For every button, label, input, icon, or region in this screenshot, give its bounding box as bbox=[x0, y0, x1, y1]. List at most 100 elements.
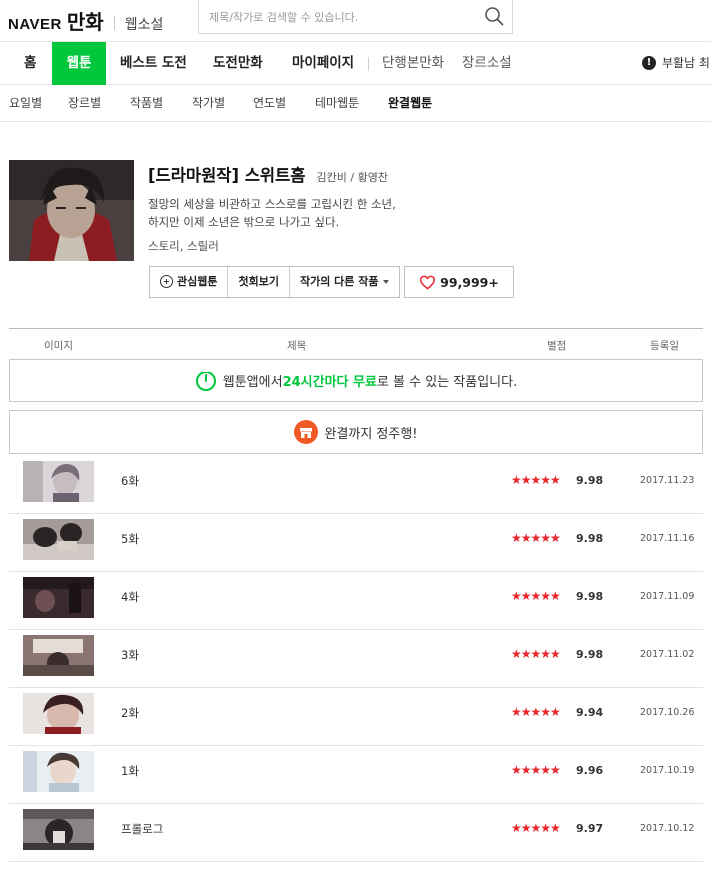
header-image: 이미지 bbox=[44, 340, 73, 352]
first-episode-label: 첫회보기 bbox=[238, 275, 279, 288]
star-rating-icon: ★★★★★ bbox=[511, 705, 561, 719]
notice-text[interactable]: 부활남 최 bbox=[662, 56, 710, 70]
star-rating-icon: ★★★★★ bbox=[511, 821, 561, 835]
nav-home[interactable]: 홈 bbox=[24, 42, 36, 85]
episode-thumbnail[interactable] bbox=[23, 751, 94, 792]
nav-mypage[interactable]: 마이페이지 bbox=[292, 42, 354, 85]
free-banner-highlight: 24시간마다 무료 bbox=[282, 375, 377, 390]
binge-banner-text: 완결까지 정주행! bbox=[324, 426, 418, 442]
subnav-year[interactable]: 연도별 bbox=[253, 85, 286, 122]
episode-date: 2017.10.12 bbox=[640, 823, 695, 834]
episode-image bbox=[23, 693, 94, 734]
star-rating-icon: ★★★★★ bbox=[511, 589, 561, 603]
episode-thumbnail[interactable] bbox=[23, 635, 94, 676]
subnav-weekday[interactable]: 요일별 bbox=[9, 85, 42, 122]
comic-cover-image bbox=[9, 160, 134, 261]
like-button[interactable]: 99,999+ bbox=[404, 266, 514, 298]
heart-icon bbox=[420, 275, 436, 290]
episode-title[interactable]: 2화 bbox=[121, 705, 139, 721]
episode-title[interactable]: 4화 bbox=[121, 589, 139, 605]
subnav-completed[interactable]: 완결웹툰 bbox=[388, 85, 432, 122]
exclamation-icon: ! bbox=[642, 55, 656, 70]
episode-row[interactable]: 6화 ★★★★★ 9.98 2017.11.23 bbox=[9, 456, 703, 514]
episode-thumbnail[interactable] bbox=[23, 693, 94, 734]
episode-date: 2017.11.02 bbox=[640, 649, 695, 660]
like-count: 99,999+ bbox=[440, 274, 499, 290]
comic-genre: 스토리, 스릴러 bbox=[148, 239, 219, 253]
episode-image bbox=[23, 809, 94, 850]
logo-divider bbox=[113, 16, 115, 30]
nav-challenge[interactable]: 도전만화 bbox=[213, 42, 263, 85]
other-works-dropdown[interactable]: 작가의 다른 작품 bbox=[290, 267, 400, 297]
binge-banner[interactable]: 완결까지 정주행! bbox=[9, 410, 703, 454]
episode-row[interactable]: 프롤로그 ★★★★★ 9.97 2017.10.12 bbox=[9, 804, 703, 862]
episode-thumbnail[interactable] bbox=[23, 519, 94, 560]
free-every-24h-banner[interactable]: 웹툰앱에서 24시간마다 무료 로 볼 수 있는 작품입니다. bbox=[9, 359, 703, 402]
store-icon bbox=[294, 420, 319, 444]
comic-title-row: [드라마원작] 스위트홈 김칸비 / 황영찬 bbox=[148, 162, 388, 186]
episode-row[interactable]: 4화 ★★★★★ 9.98 2017.11.09 bbox=[9, 572, 703, 630]
synopsis-line-1: 절망의 세상을 비관하고 스스로를 고립시킨 한 소년, bbox=[148, 197, 396, 211]
synopsis-line-2: 하지만 이제 소년은 밖으로 나가고 싶다. bbox=[148, 215, 340, 229]
first-episode-button[interactable]: 첫회보기 bbox=[228, 267, 290, 297]
naver-logo[interactable]: NAVER bbox=[8, 16, 62, 33]
episode-title[interactable]: 프롤로그 bbox=[121, 821, 163, 837]
sub-nav: 요일별 장르별 작품별 작가별 연도별 테마웹툰 완결웹툰 bbox=[0, 85, 711, 122]
episode-image bbox=[23, 519, 94, 560]
episode-score: 9.97 bbox=[576, 822, 604, 835]
nav-best-challenge[interactable]: 베스트 도전 bbox=[120, 42, 187, 85]
nav-book-comics[interactable]: 단행본만화 bbox=[382, 42, 444, 85]
header-rating: 별점 bbox=[547, 340, 567, 352]
episode-date: 2017.11.16 bbox=[640, 533, 695, 544]
episode-row[interactable]: 3화 ★★★★★ 9.98 2017.11.02 bbox=[9, 630, 703, 688]
episode-title[interactable]: 3화 bbox=[121, 647, 139, 663]
free-banner-suffix: 로 볼 수 있는 작품입니다. bbox=[376, 375, 518, 390]
subnav-author[interactable]: 작가별 bbox=[192, 85, 225, 122]
star-rating-icon: ★★★★★ bbox=[511, 763, 561, 777]
episode-thumbnail[interactable] bbox=[23, 577, 94, 618]
other-works-label: 작가의 다른 작품 bbox=[299, 275, 379, 288]
star-rating-icon: ★★★★★ bbox=[511, 473, 561, 487]
episode-date: 2017.10.19 bbox=[640, 765, 695, 776]
table-top-border bbox=[9, 328, 703, 329]
episode-image bbox=[23, 751, 94, 792]
episode-date: 2017.10.26 bbox=[640, 707, 695, 718]
episode-row[interactable]: 5화 ★★★★★ 9.98 2017.11.16 bbox=[9, 514, 703, 572]
episode-thumbnail[interactable] bbox=[23, 809, 94, 850]
search-input[interactable] bbox=[207, 7, 477, 27]
episode-score: 9.98 bbox=[576, 474, 604, 487]
episode-score: 9.96 bbox=[576, 764, 604, 777]
header-title: 제목 bbox=[287, 340, 307, 352]
episode-title[interactable]: 5화 bbox=[121, 531, 139, 547]
episode-score: 9.98 bbox=[576, 532, 604, 545]
subnav-title[interactable]: 작품별 bbox=[130, 85, 163, 122]
nav-divider bbox=[368, 57, 369, 71]
logo[interactable]: NAVER 만화 웹소설 bbox=[8, 6, 163, 35]
notice[interactable]: ! 부활남 최 bbox=[642, 42, 710, 85]
nav-genre-novel[interactable]: 장르소설 bbox=[462, 42, 512, 85]
subnav-theme[interactable]: 테마웹툰 bbox=[315, 85, 359, 122]
star-rating-icon: ★★★★★ bbox=[511, 531, 561, 545]
favorite-label: 관심웹툰 bbox=[177, 275, 218, 288]
comic-title: [드라마원작] 스위트홈 bbox=[148, 166, 306, 185]
favorite-button[interactable]: 관심웹툰 bbox=[150, 267, 229, 297]
episode-score: 9.98 bbox=[576, 590, 604, 603]
episode-score: 9.94 bbox=[576, 706, 604, 719]
subnav-genre[interactable]: 장르별 bbox=[68, 85, 101, 122]
episode-row[interactable]: 2화 ★★★★★ 9.94 2017.10.26 bbox=[9, 688, 703, 746]
nav-webtoon[interactable]: 웹툰 bbox=[52, 42, 106, 85]
caret-down-icon bbox=[383, 280, 390, 284]
search-box bbox=[198, 0, 513, 34]
top-bar: NAVER 만화 웹소설 bbox=[0, 0, 711, 42]
manhwa-logo[interactable]: 만화 bbox=[67, 6, 104, 35]
websoseol-link[interactable]: 웹소설 bbox=[125, 14, 164, 34]
comic-thumbnail[interactable] bbox=[9, 160, 134, 261]
episode-row[interactable]: 1화 ★★★★★ 9.96 2017.10.19 bbox=[9, 746, 703, 804]
episode-title[interactable]: 6화 bbox=[121, 473, 139, 489]
comic-author[interactable]: 김칸비 / 황영찬 bbox=[317, 171, 388, 184]
episode-title[interactable]: 1화 bbox=[121, 763, 139, 779]
search-icon[interactable] bbox=[484, 6, 504, 26]
episode-image bbox=[23, 577, 94, 618]
plus-circle-icon bbox=[160, 274, 173, 288]
episode-thumbnail[interactable] bbox=[23, 461, 94, 502]
